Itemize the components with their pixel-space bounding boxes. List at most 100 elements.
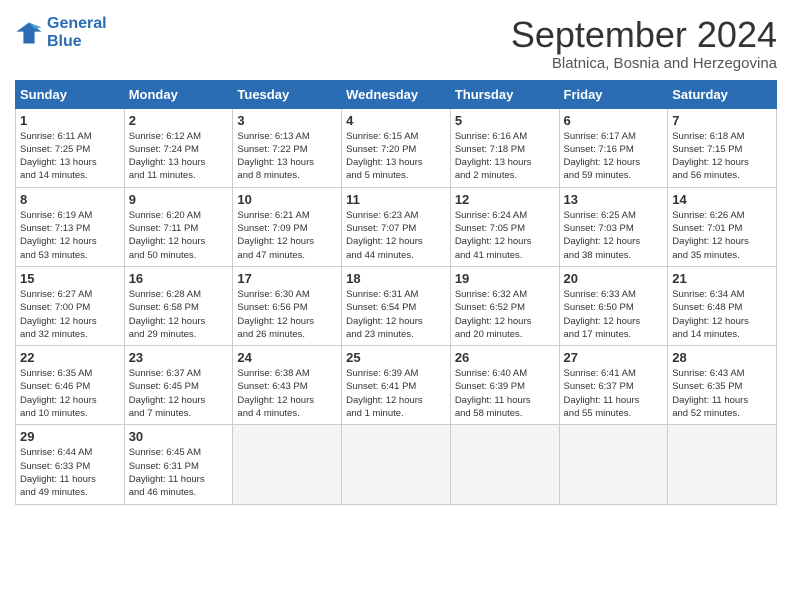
day-info: Sunrise: 6:11 AMSunset: 7:25 PMDaylight:… (20, 130, 120, 183)
day-number: 19 (455, 271, 555, 286)
location-subtitle: Blatnica, Bosnia and Herzegovina (511, 55, 777, 72)
day-cell: 26 Sunrise: 6:40 AMSunset: 6:39 PMDayligh… (450, 346, 559, 425)
day-info: Sunrise: 6:24 AMSunset: 7:05 PMDaylight:… (455, 209, 555, 262)
day-cell: 17Sunrise: 6:30 AMSunset: 6:56 PMDayligh… (233, 266, 342, 345)
day-cell: 13Sunrise: 6:25 AMSunset: 7:03 PMDayligh… (559, 187, 668, 266)
logo: General Blue (15, 15, 107, 50)
title-block: September 2024 Blatnica, Bosnia and Herz… (511, 15, 777, 72)
day-cell (559, 425, 668, 504)
day-cell: 21 Sunrise: 6:34 AMSunset: 6:48 PMDayligh… (668, 266, 777, 345)
day-cell: 11 Sunrise: 6:23 AMSunset: 7:07 PMDayligh… (342, 187, 451, 266)
day-number: 21 (672, 271, 772, 286)
day-info: Sunrise: 6:18 AMSunset: 7:15 PMDaylight:… (672, 130, 772, 183)
day-number: 12 (455, 192, 555, 207)
day-info: Sunrise: 6:33 AMSunset: 6:50 PMDaylight:… (564, 288, 664, 341)
day-info: Sunrise: 6:37 AMSunset: 6:45 PMDaylight:… (129, 367, 229, 420)
day-cell: 24 Sunrise: 6:38 AMSunset: 6:43 PMDayligh… (233, 346, 342, 425)
calendar-header-row: SundayMondayTuesdayWednesdayThursdayFrid… (16, 80, 777, 108)
day-info: Sunrise: 6:40 AMSunset: 6:39 PMDaylight:… (455, 367, 555, 420)
col-header-friday: Friday (559, 80, 668, 108)
day-info: Sunrise: 6:43 AMSunset: 6:35 PMDaylight:… (672, 367, 772, 420)
day-cell: 10 Sunrise: 6:21 AMSunset: 7:09 PMDayligh… (233, 187, 342, 266)
day-info: Sunrise: 6:41 AMSunset: 6:37 PMDaylight:… (564, 367, 664, 420)
day-number: 17 (237, 271, 337, 286)
day-info: Sunrise: 6:25 AMSunset: 7:03 PMDaylight:… (564, 209, 664, 262)
day-info: Sunrise: 6:12 AMSunset: 7:24 PMDaylight:… (129, 130, 229, 183)
page-container: General Blue September 2024 Blatnica, Bo… (0, 0, 792, 515)
week-row-3: 15 Sunrise: 6:27 AMSunset: 7:00 PMDayligh… (16, 266, 777, 345)
day-number: 4 (346, 113, 446, 128)
day-number: 22 (20, 350, 120, 365)
day-number: 14 (672, 192, 772, 207)
day-info: Sunrise: 6:38 AMSunset: 6:43 PMDaylight:… (237, 367, 337, 420)
day-cell: 6 Sunrise: 6:17 AMSunset: 7:16 PMDaylight… (559, 108, 668, 187)
day-cell: 2 Sunrise: 6:12 AMSunset: 7:24 PMDaylight… (124, 108, 233, 187)
day-number: 20 (564, 271, 664, 286)
day-info: Sunrise: 6:35 AMSunset: 6:46 PMDaylight:… (20, 367, 120, 420)
day-number: 15 (20, 271, 120, 286)
col-header-thursday: Thursday (450, 80, 559, 108)
day-cell: 19 Sunrise: 6:32 AMSunset: 6:52 PMDayligh… (450, 266, 559, 345)
day-info: Sunrise: 6:32 AMSunset: 6:52 PMDaylight:… (455, 288, 555, 341)
day-number: 2 (129, 113, 229, 128)
day-cell: 27Sunrise: 6:41 AMSunset: 6:37 PMDayligh… (559, 346, 668, 425)
day-info: Sunrise: 6:39 AMSunset: 6:41 PMDaylight:… (346, 367, 446, 420)
day-cell: 16Sunrise: 6:28 AMSunset: 6:58 PMDayligh… (124, 266, 233, 345)
day-cell: 18Sunrise: 6:31 AMSunset: 6:54 PMDayligh… (342, 266, 451, 345)
day-number: 8 (20, 192, 120, 207)
col-header-sunday: Sunday (16, 80, 125, 108)
day-number: 24 (237, 350, 337, 365)
day-cell: 28 Sunrise: 6:43 AMSunset: 6:35 PMDayligh… (668, 346, 777, 425)
week-row-1: 1 Sunrise: 6:11 AMSunset: 7:25 PMDaylight… (16, 108, 777, 187)
week-row-5: 29Sunrise: 6:44 AMSunset: 6:33 PMDayligh… (16, 425, 777, 504)
day-number: 23 (129, 350, 229, 365)
day-cell: 5Sunrise: 6:16 AMSunset: 7:18 PMDaylight… (450, 108, 559, 187)
day-cell: 1 Sunrise: 6:11 AMSunset: 7:25 PMDaylight… (16, 108, 125, 187)
day-cell: 14Sunrise: 6:26 AMSunset: 7:01 PMDayligh… (668, 187, 777, 266)
day-info: Sunrise: 6:17 AMSunset: 7:16 PMDaylight:… (564, 130, 664, 183)
day-cell: 15 Sunrise: 6:27 AMSunset: 7:00 PMDayligh… (16, 266, 125, 345)
day-number: 11 (346, 192, 446, 207)
day-number: 26 (455, 350, 555, 365)
day-info: Sunrise: 6:20 AMSunset: 7:11 PMDaylight:… (129, 209, 229, 262)
day-info: Sunrise: 6:45 AMSunset: 6:31 PMDaylight:… (129, 446, 229, 499)
day-cell (342, 425, 451, 504)
header: General Blue September 2024 Blatnica, Bo… (15, 15, 777, 72)
calendar-table: SundayMondayTuesdayWednesdayThursdayFrid… (15, 80, 777, 505)
day-cell: 22 Sunrise: 6:35 AMSunset: 6:46 PMDayligh… (16, 346, 125, 425)
day-number: 18 (346, 271, 446, 286)
day-cell: 29Sunrise: 6:44 AMSunset: 6:33 PMDayligh… (16, 425, 125, 504)
logo-text: General Blue (47, 15, 107, 50)
day-info: Sunrise: 6:13 AMSunset: 7:22 PMDaylight:… (237, 130, 337, 183)
day-cell (668, 425, 777, 504)
col-header-monday: Monday (124, 80, 233, 108)
day-cell: 4Sunrise: 6:15 AMSunset: 7:20 PMDaylight… (342, 108, 451, 187)
day-cell: 25Sunrise: 6:39 AMSunset: 6:41 PMDayligh… (342, 346, 451, 425)
day-info: Sunrise: 6:19 AMSunset: 7:13 PMDaylight:… (20, 209, 120, 262)
day-cell: 3Sunrise: 6:13 AMSunset: 7:22 PMDaylight… (233, 108, 342, 187)
col-header-saturday: Saturday (668, 80, 777, 108)
day-cell: 9Sunrise: 6:20 AMSunset: 7:11 PMDaylight… (124, 187, 233, 266)
day-cell: 23 Sunrise: 6:37 AMSunset: 6:45 PMDayligh… (124, 346, 233, 425)
day-number: 6 (564, 113, 664, 128)
day-cell: 20 Sunrise: 6:33 AMSunset: 6:50 PMDayligh… (559, 266, 668, 345)
day-number: 16 (129, 271, 229, 286)
day-cell (233, 425, 342, 504)
col-header-wednesday: Wednesday (342, 80, 451, 108)
week-row-4: 22 Sunrise: 6:35 AMSunset: 6:46 PMDayligh… (16, 346, 777, 425)
day-number: 5 (455, 113, 555, 128)
day-cell: 7Sunrise: 6:18 AMSunset: 7:15 PMDaylight… (668, 108, 777, 187)
day-number: 30 (129, 429, 229, 444)
day-number: 1 (20, 113, 120, 128)
day-info: Sunrise: 6:34 AMSunset: 6:48 PMDaylight:… (672, 288, 772, 341)
logo-icon (15, 19, 43, 47)
month-title: September 2024 (511, 15, 777, 55)
day-number: 28 (672, 350, 772, 365)
day-info: Sunrise: 6:21 AMSunset: 7:09 PMDaylight:… (237, 209, 337, 262)
day-info: Sunrise: 6:27 AMSunset: 7:00 PMDaylight:… (20, 288, 120, 341)
day-cell (450, 425, 559, 504)
day-number: 10 (237, 192, 337, 207)
day-cell: 30 Sunrise: 6:45 AMSunset: 6:31 PMDayligh… (124, 425, 233, 504)
day-number: 29 (20, 429, 120, 444)
day-info: Sunrise: 6:23 AMSunset: 7:07 PMDaylight:… (346, 209, 446, 262)
